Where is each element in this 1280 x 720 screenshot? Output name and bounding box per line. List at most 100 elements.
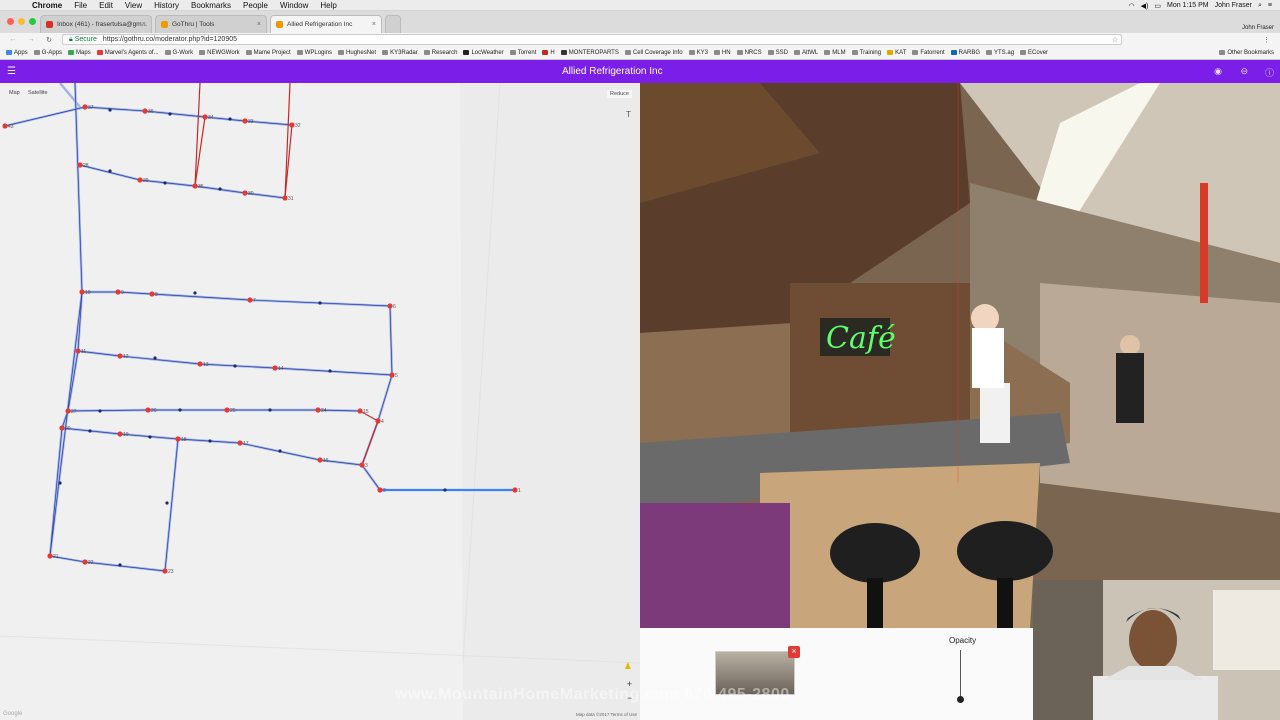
- eye-icon[interactable]: ◉: [1214, 66, 1222, 77]
- wifi-icon[interactable]: ◠: [1129, 2, 1135, 10]
- map-waypoint[interactable]: [108, 169, 112, 173]
- spotlight-icon[interactable]: ⌕: [1258, 2, 1262, 10]
- map-path-segment[interactable]: [199, 363, 276, 369]
- map-waypoint[interactable]: [228, 117, 232, 121]
- reduce-button[interactable]: Reduce: [607, 90, 632, 98]
- map-waypoint[interactable]: [208, 439, 212, 443]
- opacity-slider-knob[interactable]: [957, 696, 964, 703]
- menu-bookmarks[interactable]: Bookmarks: [191, 1, 231, 10]
- bookmark-item[interactable]: G-Work: [164, 50, 193, 56]
- map-node[interactable]: [75, 348, 81, 354]
- map-path-segment[interactable]: [361, 420, 379, 466]
- new-tab-button[interactable]: [385, 15, 401, 33]
- forward-icon[interactable]: →: [26, 36, 36, 43]
- map-path-segment[interactable]: [284, 83, 291, 199]
- map-node[interactable]: [289, 122, 295, 128]
- map-node[interactable]: [145, 407, 151, 413]
- map-path-segment[interactable]: [274, 367, 393, 376]
- map-node[interactable]: [82, 104, 88, 110]
- map-path-segment[interactable]: [164, 438, 179, 572]
- map-type-map[interactable]: Map: [9, 90, 20, 96]
- map-node[interactable]: [375, 418, 381, 424]
- map-panel[interactable]: 43 37 36 34 33 32 29 28 35 30 31 10 9 8 7 6 11 12 13 14 5 27 2…: [0, 83, 640, 720]
- url-field[interactable]: 🔒︎ Secure https://gothru.co/moderator.ph…: [62, 34, 1122, 45]
- help-icon[interactable]: ⓘ: [1265, 66, 1274, 79]
- map-node[interactable]: [237, 440, 243, 446]
- map-node[interactable]: [357, 408, 363, 414]
- map-node[interactable]: [115, 289, 121, 295]
- bookmark-item[interactable]: KAT: [887, 50, 906, 56]
- map-waypoint[interactable]: [108, 108, 112, 112]
- panorama-image[interactable]: Café: [640, 83, 1280, 628]
- tab-allied-refrigeration[interactable]: Allied Refrigeration Inc ×: [270, 15, 382, 33]
- bookmark-item[interactable]: Mame Project: [245, 50, 291, 56]
- map-node[interactable]: [389, 372, 395, 378]
- map-node[interactable]: [272, 365, 278, 371]
- map-node[interactable]: [47, 553, 53, 559]
- map-node[interactable]: [65, 408, 71, 414]
- map-node[interactable]: [247, 297, 253, 303]
- hamburger-menu-icon[interactable]: ☰: [7, 66, 16, 77]
- map-node[interactable]: [82, 559, 88, 565]
- pegman-icon[interactable]: ♟: [624, 661, 632, 672]
- map-node[interactable]: [512, 487, 518, 493]
- bookmark-item[interactable]: RARBG: [950, 50, 980, 56]
- map-waypoint[interactable]: [318, 301, 322, 305]
- bookmark-item[interactable]: MONTEROPARTS: [560, 50, 619, 56]
- map-canvas[interactable]: 433736343332292835303110 9 87611121314527 2…: [0, 83, 640, 720]
- map-node[interactable]: [117, 431, 123, 437]
- bookmark-item[interactable]: Torrent: [509, 50, 536, 56]
- map-node[interactable]: [387, 303, 393, 309]
- map-path-segment[interactable]: [84, 561, 166, 572]
- map-node[interactable]: [59, 425, 65, 431]
- menu-file[interactable]: File: [74, 1, 87, 10]
- map-waypoint[interactable]: [118, 563, 122, 567]
- menu-people[interactable]: People: [243, 1, 268, 10]
- chrome-menu-icon[interactable]: ⋮: [1263, 36, 1270, 44]
- map-node[interactable]: [317, 457, 323, 463]
- map-node[interactable]: [242, 190, 248, 196]
- map-attribution[interactable]: Map data ©2017 Terms of Use: [576, 712, 637, 717]
- bookmark-item[interactable]: ECover: [1020, 50, 1048, 56]
- bookmark-item[interactable]: Research: [423, 50, 457, 56]
- map-waypoint[interactable]: [88, 429, 92, 433]
- map-node[interactable]: [282, 195, 288, 201]
- volume-icon[interactable]: ◀): [1141, 2, 1149, 10]
- bookmark-item[interactable]: NRCS: [736, 50, 762, 56]
- notification-icon[interactable]: ≡: [1268, 2, 1272, 9]
- map-path-segment[interactable]: [377, 374, 393, 422]
- map-waypoint[interactable]: [58, 481, 62, 485]
- map-path-segment[interactable]: [59, 83, 81, 108]
- bookmark-item[interactable]: Maps: [68, 50, 91, 56]
- tab-close-icon[interactable]: ×: [142, 21, 146, 28]
- map-path-segment[interactable]: [84, 106, 146, 112]
- map-node[interactable]: [377, 487, 383, 493]
- map-waypoint[interactable]: [148, 435, 152, 439]
- battery-icon[interactable]: ▭: [1154, 2, 1161, 10]
- map-waypoint[interactable]: [168, 112, 172, 116]
- map-path-segment[interactable]: [151, 293, 251, 301]
- bookmark-item[interactable]: LocWeather: [463, 50, 504, 56]
- map-path-segment[interactable]: [144, 110, 206, 118]
- bookmark-item[interactable]: HN: [713, 50, 731, 56]
- map-waypoint[interactable]: [278, 449, 282, 453]
- minimize-window-icon[interactable]: [18, 18, 25, 25]
- menu-app-name[interactable]: Chrome: [32, 1, 62, 10]
- bookmark-item[interactable]: KY3: [688, 50, 708, 56]
- bookmark-item[interactable]: KY3Radar: [382, 50, 418, 56]
- map-waypoint[interactable]: [98, 409, 102, 413]
- map-path-segment[interactable]: [49, 427, 63, 557]
- bookmark-item[interactable]: Cell Coverage Info: [624, 50, 683, 56]
- map-path-segment[interactable]: [4, 106, 86, 127]
- map-node[interactable]: [142, 108, 148, 114]
- map-node[interactable]: [137, 177, 143, 183]
- map-node[interactable]: [359, 462, 365, 468]
- map-node[interactable]: [192, 183, 198, 189]
- map-waypoint[interactable]: [218, 187, 222, 191]
- other-bookmarks[interactable]: Other Bookmarks: [1219, 50, 1274, 56]
- map-node[interactable]: [79, 289, 85, 295]
- link-icon[interactable]: ⊖: [1240, 66, 1248, 77]
- map-waypoint[interactable]: [153, 356, 157, 360]
- opacity-slider[interactable]: [957, 650, 964, 703]
- bookmark-item[interactable]: SSD: [767, 50, 788, 56]
